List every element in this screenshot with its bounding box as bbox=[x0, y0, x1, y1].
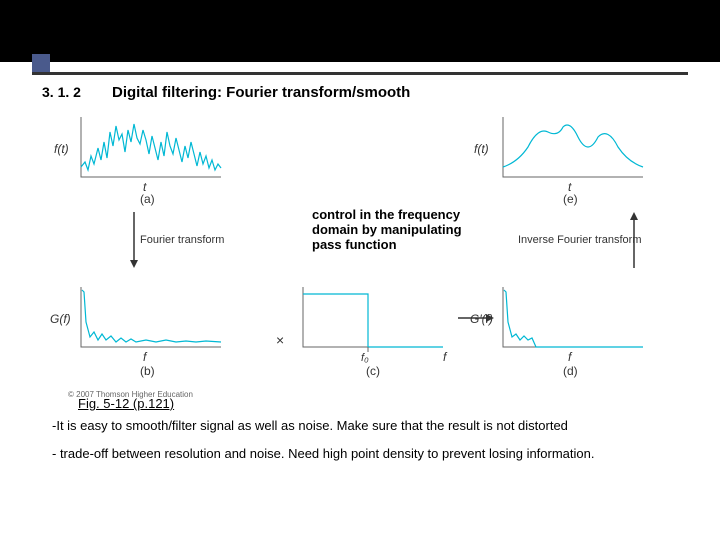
bullet-1: -It is easy to smooth/filter signal as w… bbox=[52, 418, 692, 434]
section-number: 3. 1. 2 bbox=[42, 84, 81, 100]
panel-c-tick: f₀ bbox=[361, 352, 369, 364]
bullet-square-icon bbox=[32, 54, 50, 72]
panel-d-ylabel: G'(f) bbox=[470, 312, 493, 326]
panel-d-xlabel: f bbox=[568, 350, 571, 364]
panel-d-tag: (d) bbox=[563, 364, 578, 378]
panel-e bbox=[498, 112, 648, 187]
panel-d bbox=[498, 282, 648, 357]
panel-a-ylabel: f(t) bbox=[54, 142, 69, 156]
panel-b-xlabel: f bbox=[143, 350, 146, 364]
panel-b-tag: (b) bbox=[140, 364, 155, 378]
figure-caption: Fig. 5-12 (p.121) bbox=[78, 396, 174, 411]
panel-b-ylabel: G(f) bbox=[50, 312, 71, 326]
bullet-2: - trade-off between resolution and noise… bbox=[52, 446, 692, 462]
header-black-bar bbox=[0, 0, 720, 62]
panel-e-tag: (e) bbox=[563, 192, 578, 206]
multiply-symbol: × bbox=[276, 332, 284, 348]
panel-c-xlabel: f bbox=[443, 350, 446, 364]
divider bbox=[32, 72, 688, 75]
inverse-label: Inverse Fourier transform bbox=[518, 234, 641, 246]
panel-c-tag: (c) bbox=[366, 364, 380, 378]
up-arrow-icon bbox=[628, 210, 640, 270]
center-text: control in the frequency domain by manip… bbox=[312, 208, 462, 253]
down-arrow-icon bbox=[128, 210, 140, 270]
section-title: Digital filtering: Fourier transform/smo… bbox=[112, 84, 410, 101]
panel-c bbox=[298, 282, 448, 357]
figure-area: f(t) t (a) f(t) t (e) control in the fre… bbox=[68, 112, 668, 382]
fourier-label: Fourier transform bbox=[140, 234, 224, 246]
panel-a-tag: (a) bbox=[140, 192, 155, 206]
panel-e-ylabel: f(t) bbox=[474, 142, 489, 156]
panel-a bbox=[76, 112, 226, 187]
slide: 3. 1. 2 Digital filtering: Fourier trans… bbox=[0, 0, 720, 540]
panel-b bbox=[76, 282, 226, 357]
